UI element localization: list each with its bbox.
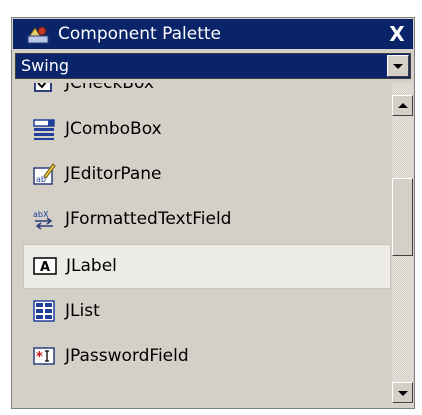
svg-text:abX: abX [33, 210, 49, 219]
palette-icon [27, 26, 49, 44]
list-item-jpasswordfield[interactable]: * JPasswordField [23, 334, 391, 379]
list-item-jeditorpane[interactable]: ab JEditorPane [23, 152, 391, 197]
list-item-label: JComboBox [65, 119, 162, 139]
scroll-up-button[interactable] [392, 95, 413, 116]
category-dropdown-value: Swing [21, 56, 69, 75]
title-bar[interactable]: Component Palette X [13, 19, 413, 49]
list-item-jcombobox[interactable]: JComboBox [23, 107, 391, 152]
list-icon [33, 300, 55, 322]
svg-text:*: * [36, 350, 43, 365]
list-item-label: JCheckBox [65, 83, 154, 93]
password-field-icon: * [33, 347, 55, 365]
svg-text:A: A [40, 260, 50, 275]
list-item-label: JList [65, 301, 100, 321]
component-palette-window: Component Palette X Swing JCheckBox JCom… [11, 17, 415, 409]
close-icon[interactable]: X [387, 23, 407, 45]
list-item-label: JLabel [66, 256, 117, 276]
list-item-label: JPasswordField [65, 346, 189, 366]
list-item-label: JEditorPane [65, 164, 162, 184]
window-title: Component Palette [58, 24, 221, 44]
list-item-jlist[interactable]: JList [23, 289, 391, 334]
category-dropdown[interactable]: Swing [15, 53, 411, 79]
checkbox-icon [34, 83, 52, 92]
label-icon: A [33, 257, 57, 275]
list-item-jcheckbox[interactable]: JCheckBox [23, 83, 391, 106]
vertical-scrollbar[interactable] [392, 83, 413, 404]
scroll-thumb[interactable] [392, 178, 413, 256]
editor-pane-icon: ab [33, 163, 56, 185]
scroll-down-button[interactable] [392, 382, 413, 403]
chevron-down-icon[interactable] [387, 55, 409, 77]
list-item-jformattedtextfield[interactable]: abX JFormattedTextField [23, 197, 391, 242]
list-item-label: JFormattedTextField [65, 209, 232, 229]
list-item-jlabel[interactable]: A JLabel [23, 244, 391, 289]
component-list: JCheckBox JComboBox ab JEditorPane abX J… [23, 83, 391, 403]
combobox-icon [33, 119, 55, 140]
formatted-text-field-icon: abX [33, 210, 53, 230]
